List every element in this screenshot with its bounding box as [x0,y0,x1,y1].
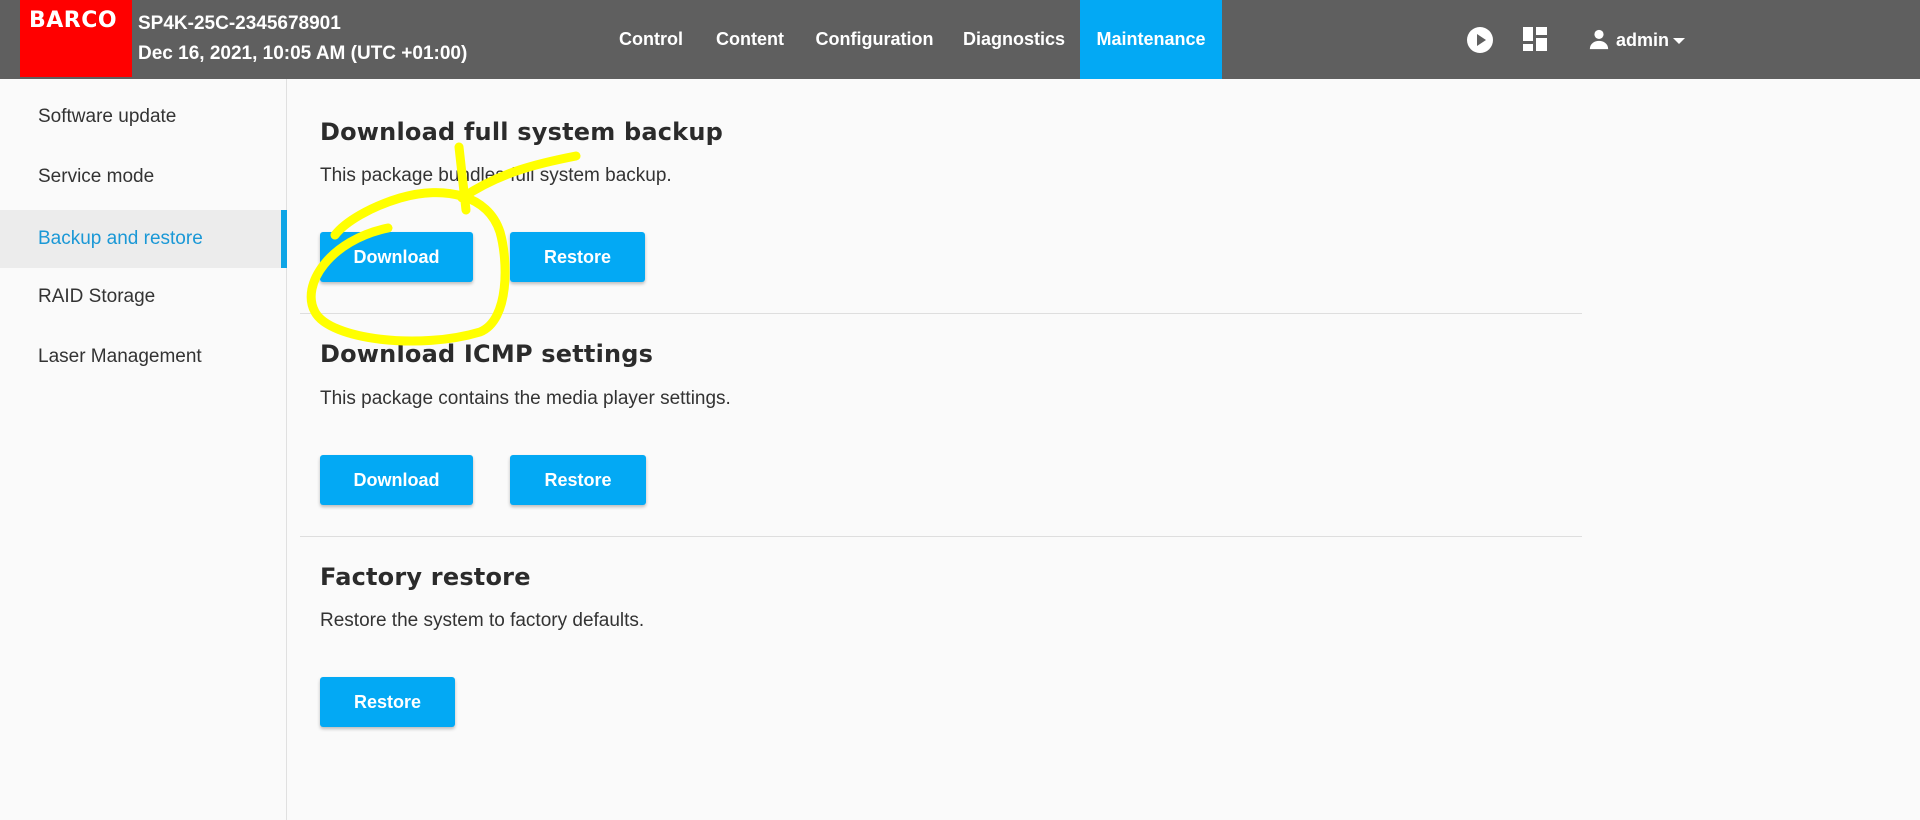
icmp-download-button[interactable]: Download [320,455,473,505]
nav-diagnostics[interactable]: Diagnostics [958,0,1070,79]
device-name: SP4K-25C-2345678901 [138,13,341,34]
section-title-factory-restore: Factory restore [320,563,531,591]
sidebar-item-software-update[interactable]: Software update [0,88,287,146]
section-title-full-backup: Download full system backup [320,118,724,146]
nav-configuration[interactable]: Configuration [811,0,938,79]
section-desc-factory-restore: Restore the system to factory defaults. [320,610,645,631]
highlight-annotation [306,142,581,346]
sidebar: Software update Service mode Backup and … [0,79,287,820]
nav-maintenance[interactable]: Maintenance [1080,0,1222,79]
full-backup-download-button[interactable]: Download [320,232,473,282]
sidebar-item-service-mode[interactable]: Service mode [0,148,287,206]
device-info: SP4K-25C-2345678901 Dec 16, 2021, 10:05 … [138,9,467,69]
factory-restore-button[interactable]: Restore [320,677,455,727]
user-name: admin [1616,30,1670,50]
section-divider [300,313,1582,314]
section-divider [300,536,1582,537]
logo-text: BARCO [29,8,118,33]
section-title-icmp-settings: Download ICMP settings [320,340,654,368]
sidebar-item-raid-storage[interactable]: RAID Storage [0,268,287,326]
top-navigation-bar: BARCO SP4K-25C-2345678901 Dec 16, 2021, … [0,0,1920,79]
person-icon [1589,29,1609,50]
dashboard-icon[interactable] [1522,26,1550,54]
full-backup-restore-button[interactable]: Restore [510,232,645,282]
nav-content[interactable]: Content [706,0,794,79]
nav-control[interactable]: Control [604,0,698,79]
barco-logo[interactable]: BARCO [20,0,132,77]
section-desc-full-backup: This package bundles full system backup. [320,165,672,186]
sidebar-item-laser-management[interactable]: Laser Management [0,328,287,386]
play-icon[interactable] [1466,26,1494,54]
section-desc-icmp-settings: This package contains the media player s… [320,388,731,409]
sidebar-item-backup-and-restore[interactable]: Backup and restore [0,210,287,268]
device-datetime: Dec 16, 2021, 10:05 AM (UTC +01:00) [138,43,468,64]
caret-down-icon [1673,38,1685,44]
icmp-restore-button[interactable]: Restore [510,455,646,505]
